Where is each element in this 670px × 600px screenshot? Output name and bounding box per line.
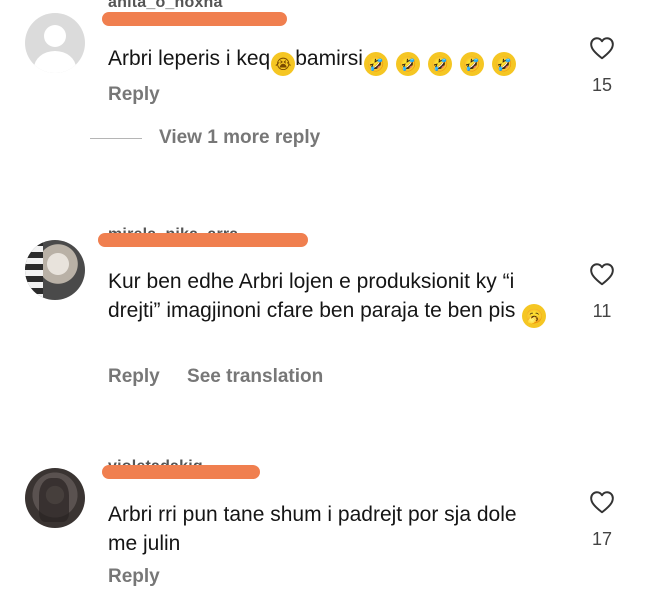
comment-actions: Reply See translation: [108, 366, 323, 388]
redaction-mark: [98, 233, 308, 247]
rolling-on-floor-laughing-icon: 🤣: [363, 52, 388, 76]
comment-text: Arbri leperis i keq 😭 bamirsi 🤣 🤣 🤣 🤣 🤣: [108, 44, 516, 76]
redaction-mark: [102, 12, 287, 26]
reply-button[interactable]: Reply: [108, 566, 160, 587]
comment-actions: Reply: [108, 84, 160, 106]
like-count: 15: [591, 75, 613, 95]
view-more-replies[interactable]: View 1 more reply: [90, 127, 320, 149]
like-control[interactable]: 15: [582, 36, 622, 96]
rolling-on-floor-laughing-icon: 🤣: [491, 52, 516, 76]
comment-2: mirela_nika_arra Kur ben edhe Arbri loje…: [0, 226, 670, 398]
divider-line: [90, 137, 142, 139]
heart-outline-icon[interactable]: [589, 262, 615, 286]
rolling-on-floor-laughing-icon: 🤣: [427, 52, 452, 76]
avatar[interactable]: [25, 13, 85, 73]
comment-text: Kur ben edhe Arbri lojen e produksionit …: [108, 267, 563, 328]
rolling-on-floor-laughing-icon: 🤣: [459, 52, 484, 76]
comment-text: Arbri rri pun tane shum i padrejt por sj…: [108, 503, 517, 555]
like-count: 11: [592, 301, 612, 321]
see-translation-button[interactable]: See translation: [187, 366, 323, 387]
comment-3: violetadakiq Arbri rri pun tane shum i p…: [0, 458, 670, 600]
heart-outline-icon[interactable]: [589, 490, 615, 514]
like-count: 17: [591, 529, 613, 549]
heart-outline-icon[interactable]: [589, 36, 615, 60]
like-control[interactable]: 17: [582, 490, 622, 550]
view-more-replies-label[interactable]: View 1 more reply: [159, 127, 320, 149]
avatar[interactable]: [25, 240, 85, 300]
redaction-mark: [102, 465, 260, 479]
like-control[interactable]: 11: [582, 262, 622, 322]
default-user-icon: [44, 25, 66, 47]
rolling-on-floor-laughing-icon: 🤣: [395, 52, 420, 76]
reply-button[interactable]: Reply: [108, 84, 160, 105]
comment-actions: Reply: [108, 566, 160, 588]
avatar[interactable]: [25, 468, 85, 528]
reply-button[interactable]: Reply: [108, 366, 160, 387]
loudly-crying-face-icon: 😭: [271, 52, 296, 76]
yawning-face-icon: 🥱: [522, 304, 547, 328]
